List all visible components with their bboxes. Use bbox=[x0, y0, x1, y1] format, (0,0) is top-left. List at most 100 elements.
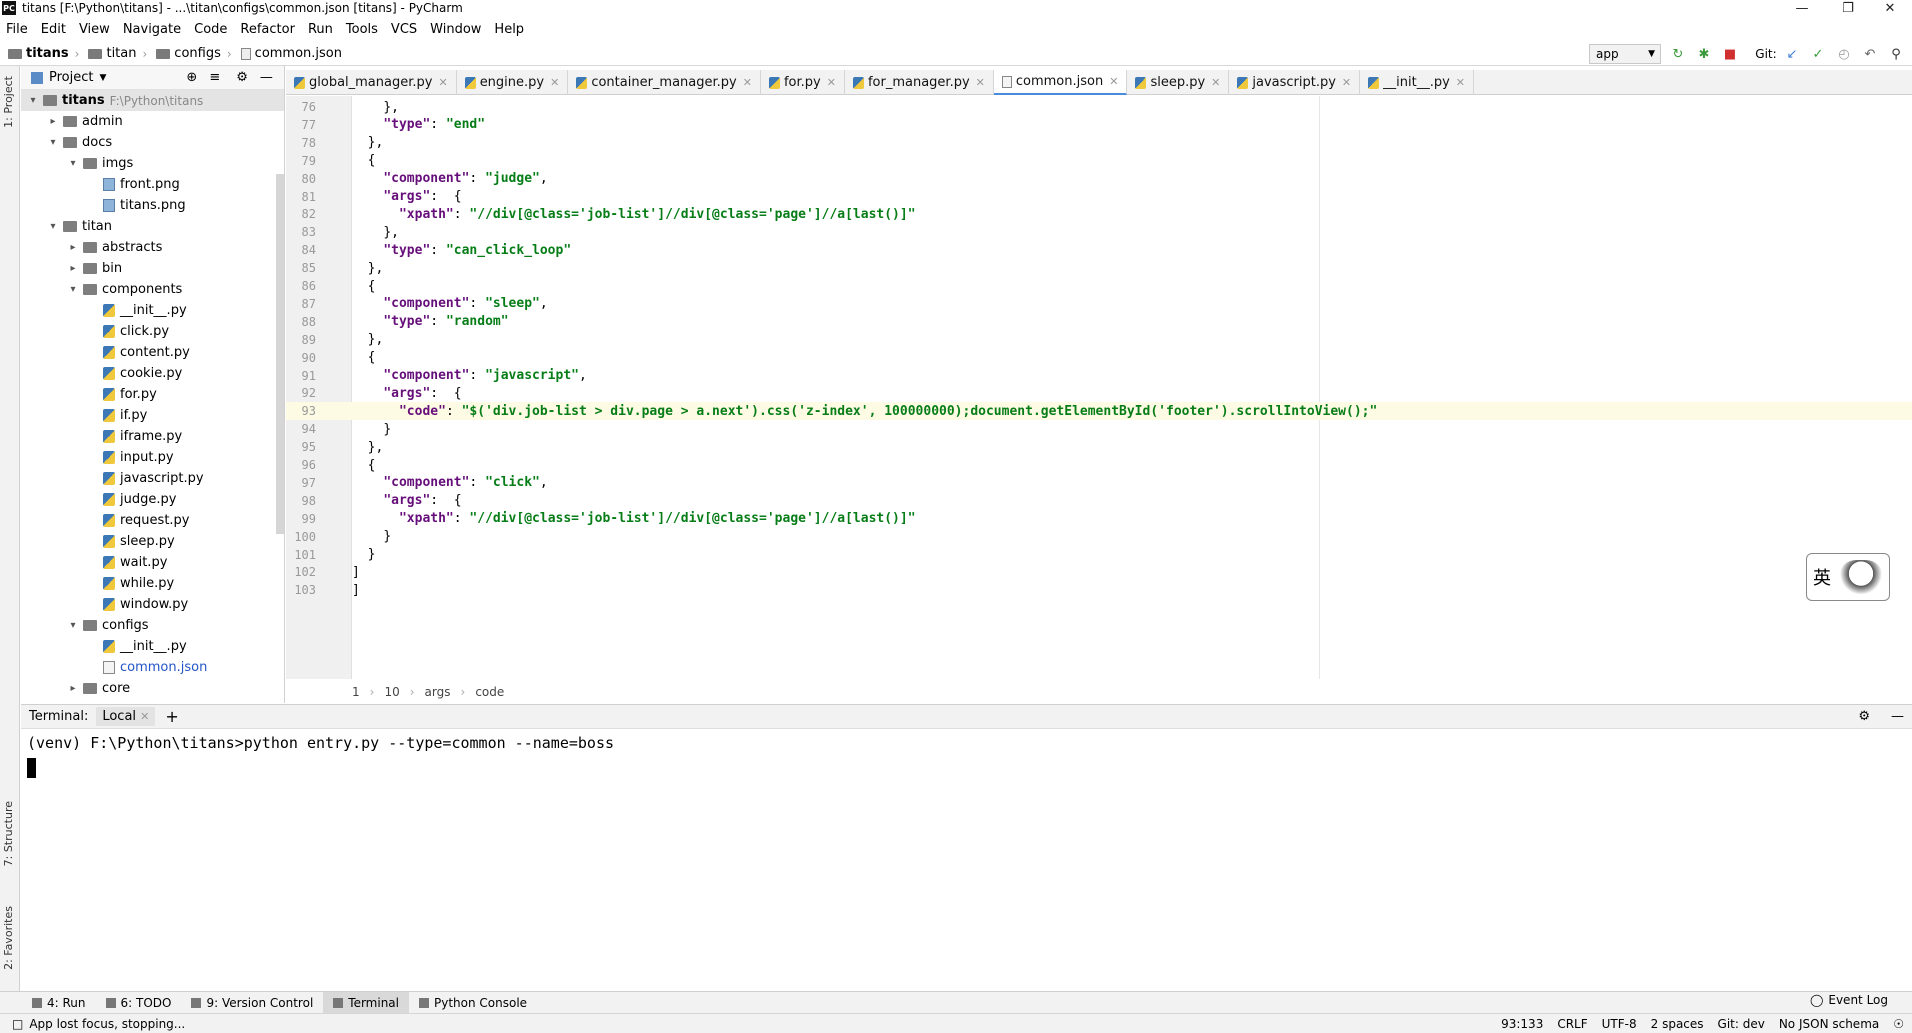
git-rollback-icon[interactable]: ↶ bbox=[1862, 46, 1878, 62]
chevron-right-icon[interactable]: ▸ bbox=[67, 242, 79, 253]
add-terminal-icon[interactable]: + bbox=[165, 707, 178, 726]
project-tool-tab[interactable]: 1: Project bbox=[2, 76, 15, 128]
breadcrumb-configs[interactable]: configs › bbox=[156, 46, 236, 61]
editor-tab[interactable]: __init__.py ✕ bbox=[1360, 70, 1474, 95]
menu-navigate[interactable]: Navigate bbox=[123, 22, 181, 37]
tool-window-button[interactable]: 9: Version Control bbox=[181, 992, 323, 1014]
tree-item[interactable]: ▾ components bbox=[21, 279, 284, 300]
gear-icon[interactable]: ⚙ bbox=[236, 70, 248, 85]
hide-panel-icon[interactable]: — bbox=[260, 70, 273, 85]
ime-widget[interactable]: 英 bbox=[1806, 553, 1890, 601]
tree-item[interactable]: __init__.py bbox=[21, 636, 284, 657]
menu-refactor[interactable]: Refactor bbox=[240, 22, 295, 37]
favorites-tool-tab[interactable]: 2: Favorites bbox=[2, 906, 15, 970]
breadcrumb-titans[interactable]: titans › bbox=[8, 46, 84, 61]
breadcrumb-common-json[interactable]: common.json bbox=[240, 46, 342, 61]
editor-tab[interactable]: for.py ✕ bbox=[761, 70, 845, 95]
close-tab-icon[interactable]: ✕ bbox=[1456, 76, 1465, 89]
tree-item[interactable]: click.py bbox=[21, 321, 284, 342]
json-schema[interactable]: No JSON schema bbox=[1779, 1017, 1879, 1031]
close-tab-icon[interactable]: ✕ bbox=[976, 76, 985, 89]
editor-tab[interactable]: javascript.py ✕ bbox=[1229, 70, 1361, 95]
run-configuration-select[interactable]: app ▼ bbox=[1589, 44, 1661, 64]
git-commit-icon[interactable]: ✓ bbox=[1810, 46, 1826, 62]
menu-code[interactable]: Code bbox=[194, 22, 227, 37]
restore-icon[interactable]: ❐ bbox=[1826, 0, 1870, 16]
vcs-branch[interactable]: Git: dev bbox=[1718, 1017, 1765, 1031]
close-tab-icon[interactable]: ✕ bbox=[1109, 75, 1118, 88]
editor-tab[interactable]: engine.py ✕ bbox=[457, 70, 569, 95]
editor-breadcrumb-item[interactable]: 1 bbox=[352, 685, 360, 699]
close-tab-icon[interactable]: ✕ bbox=[550, 76, 559, 89]
menu-tools[interactable]: Tools bbox=[346, 22, 378, 37]
project-view-select[interactable]: Project bbox=[49, 70, 93, 85]
tree-item[interactable]: ▸ abstracts bbox=[21, 237, 284, 258]
lock-icon[interactable]: ☉ bbox=[1893, 1017, 1904, 1031]
indent-setting[interactable]: 2 spaces bbox=[1651, 1017, 1704, 1031]
tree-item[interactable]: javascript.py bbox=[21, 468, 284, 489]
minimize-icon[interactable]: — bbox=[1780, 0, 1824, 16]
chevron-down-icon[interactable]: ▾ bbox=[27, 95, 39, 106]
debug-icon[interactable]: ✱ bbox=[1696, 46, 1712, 62]
close-tab-icon[interactable]: ✕ bbox=[743, 76, 752, 89]
chevron-down-icon[interactable]: ▾ bbox=[67, 284, 79, 295]
tree-item[interactable]: __init__.py bbox=[21, 300, 284, 321]
tree-item[interactable]: ▾ imgs bbox=[21, 153, 284, 174]
tree-item[interactable]: window.py bbox=[21, 594, 284, 615]
menu-file[interactable]: File bbox=[6, 22, 28, 37]
tool-window-button[interactable]: 4: Run bbox=[22, 992, 96, 1014]
tree-item[interactable]: if.py bbox=[21, 405, 284, 426]
close-icon[interactable]: ✕ bbox=[140, 710, 149, 723]
editor-tab[interactable]: global_manager.py ✕ bbox=[286, 70, 457, 95]
close-tab-icon[interactable]: ✕ bbox=[1342, 76, 1351, 89]
line-separator[interactable]: CRLF bbox=[1557, 1017, 1587, 1031]
chevron-right-icon[interactable]: ▸ bbox=[67, 683, 79, 694]
tree-item[interactable]: ▸ bin bbox=[21, 258, 284, 279]
tree-item[interactable]: while.py bbox=[21, 573, 284, 594]
collapse-all-icon[interactable]: ≡ bbox=[209, 70, 220, 85]
event-log-button[interactable]: ◯ Event Log bbox=[1810, 993, 1888, 1007]
rerun-icon[interactable]: ↻ bbox=[1670, 46, 1686, 62]
close-tab-icon[interactable]: ✕ bbox=[827, 76, 836, 89]
editor-breadcrumb-item[interactable]: args bbox=[425, 685, 451, 699]
hide-panel-icon[interactable]: — bbox=[1891, 709, 1904, 724]
chevron-down-icon[interactable]: ▾ bbox=[47, 221, 59, 232]
menu-view[interactable]: View bbox=[79, 22, 110, 37]
status-toggle-icon[interactable]: □ bbox=[12, 1017, 23, 1031]
search-icon[interactable]: ⚲ bbox=[1888, 46, 1904, 62]
tree-item[interactable]: ▾ configs bbox=[21, 615, 284, 636]
menu-help[interactable]: Help bbox=[494, 22, 524, 37]
structure-tool-tab[interactable]: 7: Structure bbox=[2, 801, 15, 866]
chevron-down-icon[interactable]: ▼ bbox=[99, 73, 106, 83]
chevron-right-icon[interactable]: ▸ bbox=[47, 116, 59, 127]
editor-breadcrumb-item[interactable]: 10 bbox=[384, 685, 399, 699]
terminal-tab-local[interactable]: Local ✕ bbox=[96, 707, 156, 726]
git-update-icon[interactable]: ↙ bbox=[1784, 46, 1800, 62]
tree-item[interactable]: judge.py bbox=[21, 489, 284, 510]
menu-vcs[interactable]: VCS bbox=[391, 22, 417, 37]
close-tab-icon[interactable]: ✕ bbox=[1211, 76, 1220, 89]
tree-item[interactable]: input.py bbox=[21, 447, 284, 468]
tree-item[interactable]: common.json bbox=[21, 657, 284, 678]
tree-item[interactable]: ▸ admin bbox=[21, 111, 284, 132]
file-encoding[interactable]: UTF-8 bbox=[1602, 1017, 1637, 1031]
close-tab-icon[interactable]: ✕ bbox=[438, 76, 447, 89]
terminal-output[interactable]: (venv) F:\Python\titans>python entry.py … bbox=[21, 730, 1912, 990]
tree-item[interactable]: wait.py bbox=[21, 552, 284, 573]
menu-run[interactable]: Run bbox=[308, 22, 333, 37]
menu-window[interactable]: Window bbox=[430, 22, 481, 37]
tool-window-button[interactable]: Terminal bbox=[323, 991, 409, 1014]
editor-tab[interactable]: sleep.py ✕ bbox=[1127, 70, 1230, 95]
tree-item[interactable]: for.py bbox=[21, 384, 284, 405]
breadcrumb-titan[interactable]: titan › bbox=[88, 46, 152, 61]
editor-tab[interactable]: common.json ✕ bbox=[993, 70, 1128, 95]
tree-item[interactable]: content.py bbox=[21, 342, 284, 363]
caret-position[interactable]: 93:133 bbox=[1501, 1017, 1543, 1031]
tree-item[interactable]: ▸ core bbox=[21, 678, 284, 699]
git-history-icon[interactable]: ◴ bbox=[1836, 46, 1852, 62]
tree-item[interactable]: ▾ docs bbox=[21, 132, 284, 153]
chevron-down-icon[interactable]: ▾ bbox=[47, 137, 59, 148]
menu-edit[interactable]: Edit bbox=[41, 22, 66, 37]
locate-icon[interactable]: ⊕ bbox=[186, 70, 197, 85]
tool-window-button[interactable]: 6: TODO bbox=[96, 992, 182, 1014]
